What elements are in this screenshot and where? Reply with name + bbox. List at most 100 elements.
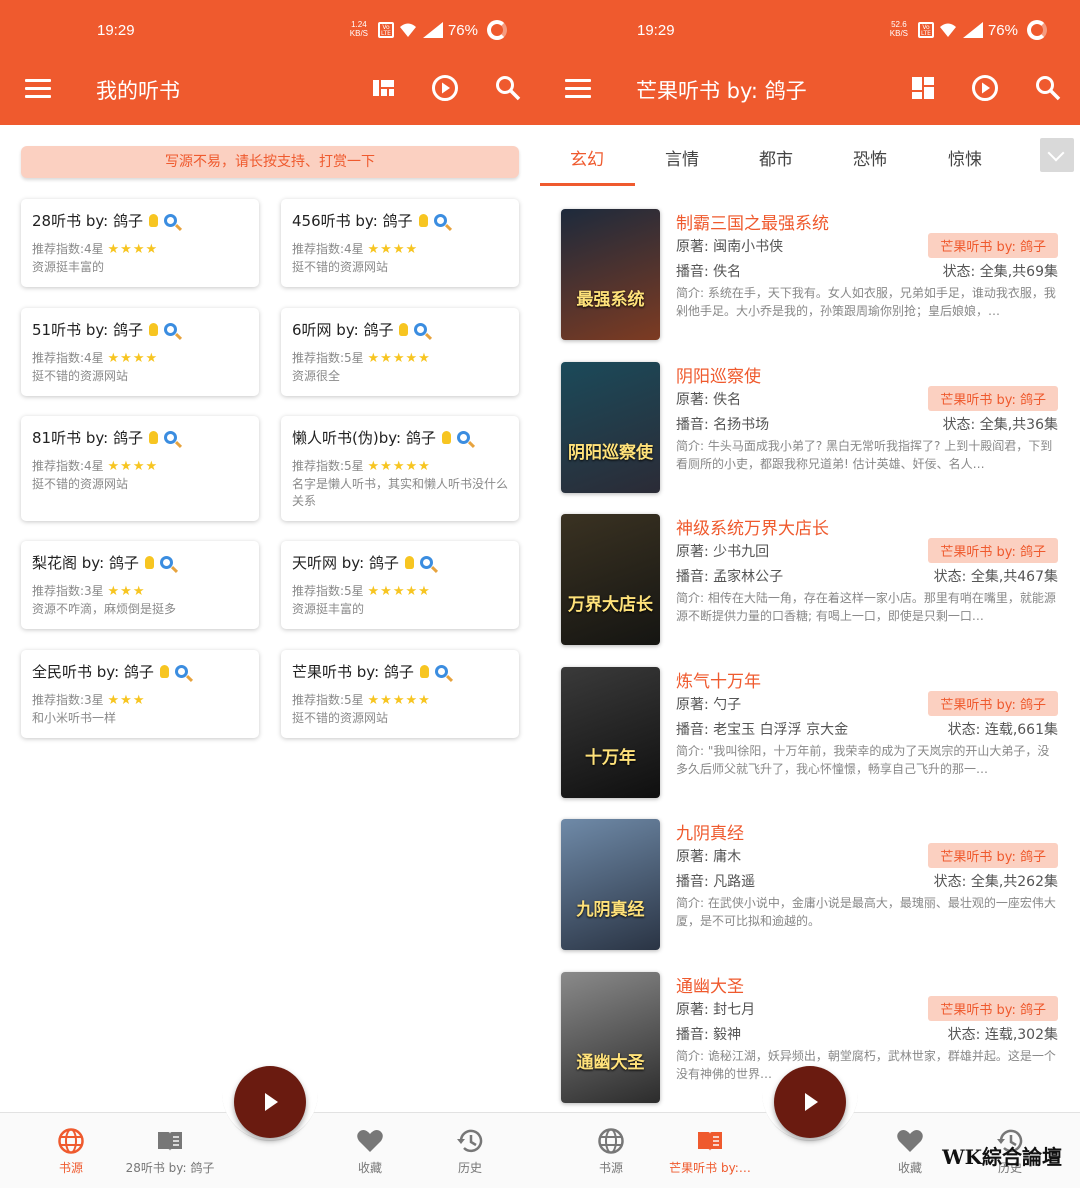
book-item[interactable]: 阴阳巡察使 阴阳巡察使 原著: 佚名 芒果听书 by: 鸽子 播音: 名扬书场 状态: 全… (540, 361, 1080, 514)
recommendation: 推荐指数:5星 ★★★★★ (292, 693, 431, 708)
source-title: 天听网 by: 鸽子 (292, 552, 508, 574)
nav-item-current-source[interactable]: 28听书 by: 鸽子 (120, 1127, 220, 1176)
recommendation: 推荐指数:3星 ★★★ (32, 584, 146, 599)
source-title: 51听书 by: 鸽子 (32, 319, 248, 341)
source-books-screen: 19:29 52.6 KB/S Vo LTE 76% 芒果听书 by: 鸽子 玄… (540, 0, 1080, 1188)
tab-horror[interactable]: 恐怖 (853, 145, 887, 170)
book-intro: 简介: 系统在手，天下我有。女人如衣服，兄弟如手足，谁动我衣服，我剁他手足。大小… (676, 286, 1056, 318)
source-title: 全民听书 by: 鸽子 (32, 661, 248, 683)
play-circle-icon[interactable] (431, 74, 459, 102)
book-item[interactable]: 最强系统 制霸三国之最强系统 原著: 闽南小书侠 芒果听书 by: 鸽子 播音: 佚名 状… (540, 209, 1080, 361)
play-fab-button[interactable] (774, 1066, 846, 1138)
nav-item-sources[interactable]: 书源 (561, 1127, 661, 1176)
network-speed: 1.24 KB/S (349, 20, 368, 38)
book-cover: 最强系统 (561, 209, 660, 340)
source-card[interactable]: 456听书 by: 鸽子 推荐指数:4星 ★★★★ 挺不错的资源网站 (281, 199, 519, 287)
source-card[interactable]: 81听书 by: 鸽子 推荐指数:4星 ★★★★ 挺不错的资源网站 (21, 416, 259, 521)
book-icon (158, 1132, 182, 1151)
menu-icon[interactable] (565, 79, 591, 99)
book-title: 炼气十万年 (676, 671, 761, 692)
recommendation: 推荐指数:5星 ★★★★★ (292, 459, 431, 474)
source-description: 名字是懒人听书，其实和懒人听书没什么关系 (292, 477, 509, 508)
toolbar: 芒果听书 by: 鸽子 (540, 60, 1080, 125)
recommendation: 推荐指数:5星 ★★★★★ (292, 351, 431, 366)
recommendation: 推荐指数:4星 ★★★★ (32, 242, 159, 257)
star-rating: ★★★★★ (367, 584, 431, 599)
lightbulb-icon (144, 556, 154, 569)
magnifier-icon (433, 214, 447, 227)
book-status: 状态: 连载,302集 (947, 1026, 1058, 1043)
cover-text: 九阴真经 (576, 900, 645, 920)
source-tag: 芒果听书 by: 鸽子 (928, 538, 1058, 563)
source-tag: 芒果听书 by: 鸽子 (928, 233, 1058, 258)
tab-romance[interactable]: 言情 (665, 145, 699, 170)
source-card[interactable]: 芒果听书 by: 鸽子 推荐指数:5星 ★★★★★ 挺不错的资源网站 (281, 650, 519, 738)
book-narrator: 播音: 老宝玉 白浮浮 京大金 (676, 721, 849, 738)
source-card[interactable]: 全民听书 by: 鸽子 推荐指数:3星 ★★★ 和小米听书一样 (21, 650, 259, 738)
layout-icon[interactable] (370, 74, 398, 102)
book-intro: 简介: 诡秘江湖，妖异频出，朝堂腐朽，武林世家，群雄并起。这是一个没有神佛的世界… (676, 1048, 1056, 1081)
tab-thriller[interactable]: 惊悚 (948, 145, 982, 170)
book-icon (698, 1132, 722, 1151)
book-title: 制霸三国之最强系统 (676, 214, 829, 234)
source-description: 挺不错的资源网站 (32, 477, 129, 491)
source-card[interactable]: 懒人听书(伪)by: 鸽子 推荐指数:5星 ★★★★★ 名字是懒人听书，其实和懒人听… (281, 416, 519, 521)
book-narrator: 播音: 孟家林公子 (676, 569, 784, 585)
cover-text: 十万年 (585, 747, 636, 768)
source-card[interactable]: 梨花阁 by: 鸽子 推荐指数:3星 ★★★ 资源不咋滴，麻烦倒是挺多 (21, 541, 259, 629)
book-status: 状态: 连载,661集 (947, 721, 1058, 738)
source-card[interactable]: 6听网 by: 鸽子 推荐指数:5星 ★★★★★ 资源很全 (281, 308, 519, 396)
tab-urban[interactable]: 都市 (759, 145, 793, 170)
heart-icon (357, 1130, 383, 1152)
nav-item-favorites[interactable]: 收藏 (320, 1127, 420, 1176)
book-narrator: 播音: 凡路遥 (676, 874, 756, 890)
page-title: 我的听书 (96, 79, 180, 103)
support-banner[interactable]: 写源不易，请长按支持、打赏一下 (21, 146, 519, 178)
battery-percent: 76% (987, 22, 1018, 39)
star-rating: ★★★★ (367, 242, 419, 257)
source-title: 6听网 by: 鸽子 (292, 319, 508, 341)
menu-icon[interactable] (25, 79, 51, 99)
book-title: 通幽大圣 (676, 976, 744, 997)
battery-icon (487, 20, 507, 40)
book-item[interactable]: 九阴真经 九阴真经 原著: 庸木 芒果听书 by: 鸽子 播音: 凡路遥 状态: 全集,共… (540, 819, 1080, 971)
source-description: 资源不咋滴，麻烦倒是挺多 (32, 602, 177, 616)
source-card[interactable]: 28听书 by: 鸽子 推荐指数:4星 ★★★★ 资源挺丰富的 (21, 199, 259, 287)
star-rating: ★★★★★ (367, 351, 431, 366)
source-description: 资源挺丰富的 (32, 260, 105, 274)
play-fab-button[interactable] (234, 1066, 306, 1138)
nav-item-sources[interactable]: 书源 (21, 1127, 121, 1176)
grid-layout-icon[interactable] (909, 74, 937, 102)
book-intro: 简介: 牛头马面成我小弟了? 黑白无常听我指挥了? 上到十殿阎君，下到看厕所的小… (676, 438, 1053, 471)
book-intro: 简介: 相传在大陆一角，存在着这样一家小店。那里有哨在嘴里，就能源源不断提供力量… (676, 591, 1056, 623)
star-rating: ★★★★★ (367, 693, 431, 708)
cover-text: 最强系统 (576, 290, 645, 310)
tab-indicator (540, 183, 635, 186)
play-circle-icon[interactable] (971, 74, 999, 102)
cover-text: 万界大店长 (568, 595, 653, 615)
source-card[interactable]: 天听网 by: 鸽子 推荐指数:5星 ★★★★★ 资源挺丰富的 (281, 541, 519, 629)
book-author: 原著: 闽南小书侠 (676, 239, 784, 255)
status-time: 19:29 (637, 22, 675, 39)
book-item[interactable]: 十万年 炼气十万年 原著: 勺子 芒果听书 by: 鸽子 播音: 老宝玉 白浮浮 京大金… (540, 666, 1080, 819)
globe-icon (598, 1128, 624, 1154)
source-tag: 芒果听书 by: 鸽子 (928, 995, 1058, 1021)
recommendation: 推荐指数:4星 ★★★★ (292, 242, 419, 257)
source-title: 456听书 by: 鸽子 (292, 210, 508, 232)
nav-item-current-source[interactable]: 芒果听书 by:… (660, 1127, 760, 1176)
chevron-down-icon[interactable] (1040, 138, 1074, 172)
book-cover: 十万年 (561, 666, 660, 798)
star-rating: ★★★ (107, 693, 146, 708)
source-card[interactable]: 51听书 by: 鸽子 推荐指数:4星 ★★★★ 挺不错的资源网站 (21, 308, 259, 396)
my-audiobooks-screen: 19:29 1.24 KB/S Vo LTE 76% 我的听书 写源不易，请长按… (0, 0, 540, 1188)
book-item[interactable]: 万界大店长 神级系统万界大店长 原著: 少书九回 芒果听书 by: 鸽子 播音: 孟家林… (540, 514, 1080, 666)
book-cover: 阴阳巡察使 (561, 361, 660, 493)
tab-xuanhuan[interactable]: 玄幻 (570, 145, 604, 170)
book-cover: 九阴真经 (561, 819, 660, 950)
nav-item-history[interactable]: 历史 (420, 1127, 520, 1176)
search-icon[interactable] (494, 74, 522, 102)
watermark: WK綜合論壇 (942, 1145, 1062, 1169)
star-rating: ★★★★ (107, 351, 159, 366)
search-icon[interactable] (1034, 74, 1062, 102)
network-speed: 52.6 KB/S (889, 20, 908, 38)
